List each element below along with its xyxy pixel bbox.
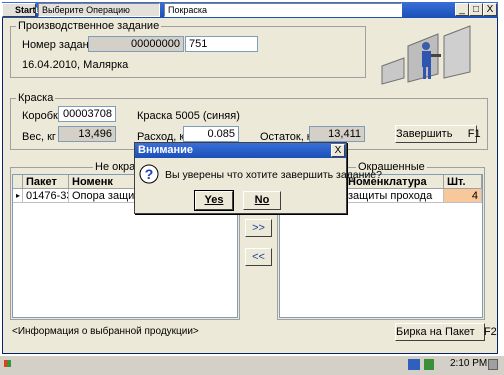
minimize-button[interactable]: _ xyxy=(455,3,469,16)
production-legend: Производственное задание xyxy=(16,20,162,32)
network-icon[interactable] xyxy=(424,359,434,370)
weight-label: Вес, кг xyxy=(22,131,56,143)
remainder-field: 13,411 xyxy=(309,126,365,142)
dialog-message: Вы уверены что хотите завершить задание? xyxy=(165,169,382,181)
weight-field: 13,496 xyxy=(58,126,116,142)
windows-logo-icon xyxy=(4,360,11,367)
clock: 2:10 PM xyxy=(450,358,488,369)
date-line: 16.04.2010, Малярка xyxy=(22,59,129,71)
order-number-field[interactable]: 00000000 xyxy=(88,36,184,52)
painting-booth-illustration xyxy=(381,25,471,85)
svg-text:?: ? xyxy=(145,166,154,182)
label-button[interactable]: Бирка на Пакет F2 xyxy=(395,323,497,341)
painted-cell-qty[interactable]: 4 xyxy=(444,189,482,203)
unpainted-cell-packet[interactable]: 01476-33 xyxy=(23,189,69,203)
start-label: Start xyxy=(15,5,36,15)
dialog-title: Внимание xyxy=(135,143,346,158)
question-icon: ? xyxy=(139,164,159,184)
move-right-button[interactable]: >> xyxy=(245,219,272,237)
yes-button[interactable]: Yes xyxy=(194,190,234,211)
move-left-button[interactable]: << xyxy=(245,248,272,266)
desktop-icon[interactable] xyxy=(488,359,498,370)
keyboard-icon[interactable] xyxy=(408,359,420,370)
painted-col-qty[interactable]: Шт. xyxy=(444,175,482,189)
box-field[interactable]: 00003708 xyxy=(58,106,116,122)
no-button[interactable]: No xyxy=(243,191,281,210)
paint-legend: Краска xyxy=(16,92,56,104)
paint-name: Краска 5005 (синяя) xyxy=(137,110,240,122)
dialog-close-button[interactable]: X xyxy=(331,144,345,157)
info-text: <Информация о выбранной продукции> xyxy=(12,326,199,337)
unpainted-col-packet[interactable]: Пакет xyxy=(23,175,69,189)
finish-button[interactable]: Завершить F1 xyxy=(395,125,481,143)
taskbar-item-painting[interactable]: Покраска xyxy=(164,3,402,17)
close-button[interactable]: X xyxy=(483,3,497,16)
start-button[interactable]: Start xyxy=(2,3,36,17)
unpainted-row-header xyxy=(13,175,23,189)
row-marker: ▸ xyxy=(13,189,23,203)
order-number-field-2[interactable]: 751 xyxy=(185,36,258,52)
consumption-field[interactable]: 0.085 xyxy=(183,126,239,142)
taskbar-item-select-operation[interactable]: Выберите Операцию xyxy=(38,3,160,17)
maximize-button[interactable]: □ xyxy=(469,3,483,16)
